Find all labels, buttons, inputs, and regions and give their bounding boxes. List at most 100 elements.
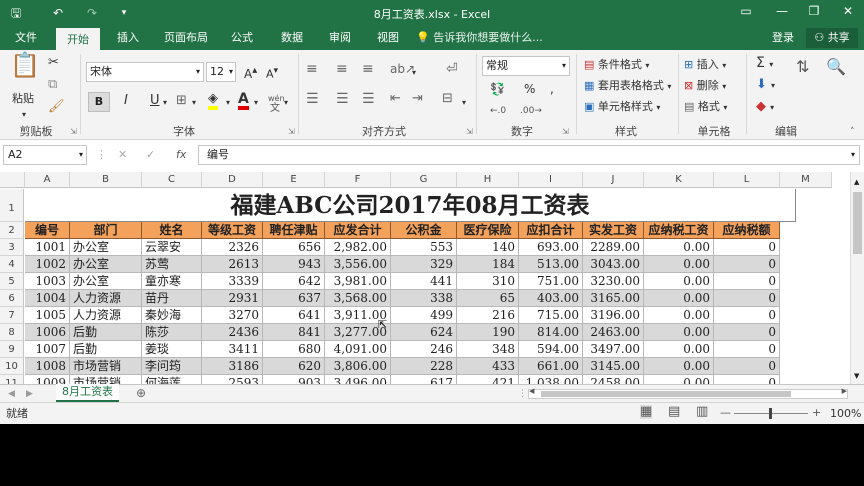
data-cell[interactable]: 1002 [25, 256, 70, 273]
data-cell[interactable]: 后勤 [70, 324, 142, 341]
header-cell[interactable]: 编号 [25, 222, 70, 239]
sort-filter-icon[interactable]: ⇅ [796, 59, 809, 75]
row-header-2[interactable]: 2 [0, 222, 24, 239]
data-cell[interactable]: 0.00 [644, 290, 714, 307]
paste-dropdown-icon[interactable]: ▾ [22, 108, 26, 122]
data-cell[interactable]: 228 [391, 358, 457, 375]
worksheet-grid[interactable]: ABCDEFGHIJKLM 1 2 3 4 5 6 7 8 9 10 11 福建ABC公司2017年… [0, 172, 864, 384]
data-cell[interactable]: 3186 [202, 358, 263, 375]
data-cell[interactable]: 2463.00 [583, 324, 644, 341]
column-header-j[interactable]: J [583, 172, 644, 188]
data-cell[interactable]: 3043.00 [583, 256, 644, 273]
clipboard-launcher-icon[interactable]: ⇲ [70, 125, 77, 139]
data-cell[interactable]: 3196.00 [583, 307, 644, 324]
tab-home[interactable]: 开始 [56, 26, 100, 50]
percent-icon[interactable]: % [524, 82, 535, 96]
restore-icon[interactable]: ❐ [804, 4, 824, 18]
data-cell[interactable]: 329 [391, 256, 457, 273]
underline-button[interactable]: U [150, 94, 160, 108]
data-cell[interactable]: 0 [714, 273, 780, 290]
header-cell[interactable]: 部门 [70, 222, 142, 239]
data-cell[interactable]: 2613 [202, 256, 263, 273]
grow-font-icon[interactable]: A▴ [244, 64, 257, 81]
next-sheet-icon[interactable]: ▶ [26, 387, 33, 401]
data-cell[interactable]: 0.00 [644, 375, 714, 384]
row-header-10[interactable]: 10 [0, 358, 24, 375]
scroll-up-icon[interactable]: ▲ [854, 178, 859, 186]
accounting-icon[interactable]: 💱 [490, 82, 505, 96]
data-cell[interactable]: 903 [263, 375, 325, 384]
data-cell[interactable]: 3,981.00 [325, 273, 391, 290]
data-cell[interactable]: 814.00 [519, 324, 583, 341]
data-cell[interactable]: 751.00 [519, 273, 583, 290]
header-cell[interactable]: 应扣合计 [519, 222, 583, 239]
data-cell[interactable]: 0 [714, 324, 780, 341]
font-name-select[interactable]: 宋体 ▾ [86, 62, 204, 82]
tab-formulas[interactable]: 公式 [222, 26, 262, 50]
zoom-out-icon[interactable]: — [720, 406, 731, 420]
tab-data[interactable]: 数据 [272, 26, 312, 50]
column-header-a[interactable]: A [25, 172, 70, 188]
page-break-view-icon[interactable]: ▥ [696, 405, 708, 419]
decrease-indent-icon[interactable]: ⇤ [390, 92, 401, 106]
align-middle-icon[interactable]: ≡ [336, 62, 348, 76]
header-cell[interactable]: 聘任津贴 [263, 222, 325, 239]
vertical-scroll-thumb[interactable] [853, 192, 862, 254]
data-cell[interactable]: 童亦寒 [142, 273, 202, 290]
data-cell[interactable]: 市场营销 [70, 358, 142, 375]
data-cell[interactable]: 3411 [202, 341, 263, 358]
font-size-select[interactable]: 12 ▾ [206, 62, 236, 82]
header-cell[interactable]: 公积金 [391, 222, 457, 239]
paste-button[interactable]: 粘贴 [12, 92, 34, 106]
tell-me-box[interactable]: 💡 告诉我你想要做什么... [416, 26, 543, 50]
data-cell[interactable]: 2,982.00 [325, 239, 391, 256]
font-launcher-icon[interactable]: ⇲ [288, 125, 295, 139]
header-cell[interactable]: 应发合计 [325, 222, 391, 239]
data-cell[interactable]: 后勤 [70, 341, 142, 358]
chevron-down-icon[interactable]: ▾ [226, 96, 230, 110]
data-cell[interactable]: 李问筠 [142, 358, 202, 375]
align-center-icon[interactable]: ☰ [336, 92, 349, 106]
header-cell[interactable]: 实发工资 [583, 222, 644, 239]
data-cell[interactable]: 0 [714, 256, 780, 273]
zoom-level[interactable]: 100% [830, 407, 861, 421]
data-cell[interactable]: 594.00 [519, 341, 583, 358]
data-cell[interactable]: 苗丹 [142, 290, 202, 307]
decrease-decimal-icon[interactable]: .00→ [520, 104, 542, 118]
tab-review[interactable]: 审阅 [320, 26, 360, 50]
chevron-down-icon[interactable]: ▾ [412, 66, 416, 80]
clear-icon[interactable]: ◆ ▾ [756, 100, 774, 115]
header-cell[interactable]: 医疗保险 [457, 222, 519, 239]
comma-icon[interactable]: , [550, 82, 554, 96]
ribbon-options-icon[interactable]: ▭ [736, 4, 756, 18]
merge-center-icon[interactable]: ⊟ [442, 92, 453, 106]
data-cell[interactable]: 0 [714, 307, 780, 324]
column-header-b[interactable]: B [70, 172, 142, 188]
data-cell[interactable]: 0 [714, 290, 780, 307]
data-cell[interactable]: 办公室 [70, 273, 142, 290]
data-cell[interactable]: 办公室 [70, 239, 142, 256]
login-button[interactable]: 登录 [772, 26, 794, 50]
shrink-font-icon[interactable]: A▾ [266, 64, 278, 82]
prev-sheet-icon[interactable]: ◀ [8, 387, 15, 401]
tab-view[interactable]: 视图 [368, 26, 408, 50]
data-cell[interactable]: 3,556.00 [325, 256, 391, 273]
font-color-button[interactable]: A [238, 92, 249, 110]
collapse-ribbon-icon[interactable]: ˄ [850, 125, 855, 139]
add-sheet-icon[interactable]: ⊕ [136, 386, 146, 400]
data-cell[interactable]: 1005 [25, 307, 70, 324]
data-cell[interactable]: 0.00 [644, 358, 714, 375]
row-header-4[interactable]: 4 [0, 256, 24, 273]
cancel-icon[interactable]: ✕ [118, 148, 127, 162]
data-cell[interactable]: 0.00 [644, 324, 714, 341]
data-cell[interactable]: 3,568.00 [325, 290, 391, 307]
data-cell[interactable]: 2931 [202, 290, 263, 307]
minimize-icon[interactable]: — [772, 4, 792, 18]
data-cell[interactable]: 310 [457, 273, 519, 290]
conditional-format-button[interactable]: ▤ 条件格式 ▾ [584, 58, 649, 73]
row-header-9[interactable]: 9 [0, 341, 24, 358]
zoom-slider-thumb[interactable] [769, 408, 772, 419]
chevron-down-icon[interactable]: ▾ [254, 96, 258, 110]
tab-insert[interactable]: 插入 [108, 26, 148, 50]
data-cell[interactable]: 140 [457, 239, 519, 256]
